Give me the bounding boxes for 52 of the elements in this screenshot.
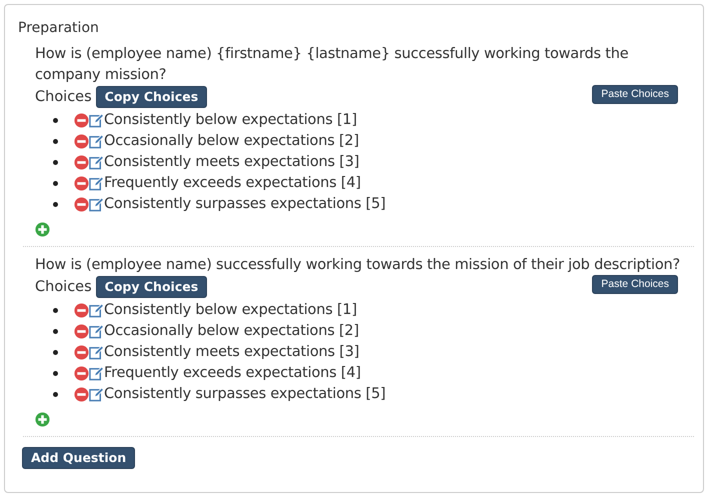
remove-icon[interactable] [74,345,89,360]
edit-icon[interactable] [89,155,104,170]
remove-icon[interactable] [74,324,89,339]
add-icon[interactable] [35,222,50,237]
edit-icon[interactable] [89,345,104,360]
choice-text: Frequently exceeds expectations [4] [104,174,361,193]
edit-icon[interactable] [89,197,104,212]
bullet-icon [53,139,58,144]
edit-icon[interactable] [89,303,104,318]
choices-label: Choices [35,278,92,296]
choice-text: Consistently below expectations [1] [104,111,357,130]
edit-icon[interactable] [89,134,104,149]
remove-icon[interactable] [74,197,89,212]
choice-text: Occasionally below expectations [2] [104,132,359,151]
question-text: How is (employee name) {firstname} {lastname} successfully working towards the company mission? [35,45,630,85]
edit-icon[interactable] [89,366,104,381]
bullet-icon [53,392,58,397]
panel-title: Preparation [18,19,100,37]
choice-text: Frequently exceeds expectations [4] [104,364,361,383]
choices-label: Choices [35,88,92,106]
copy-choices-button[interactable]: Copy Choices [96,86,208,108]
choice-text: Consistently meets expectations [3] [104,343,360,362]
edit-icon[interactable] [89,324,104,339]
edit-icon[interactable] [89,176,104,191]
edit-icon[interactable] [89,113,104,128]
add-question-button[interactable]: Add Question [22,447,136,469]
choice-text: Consistently surpasses expectations [5] [104,385,386,404]
bullet-icon [53,202,58,207]
paste-choices-button[interactable]: Paste Choices [592,84,678,104]
bullet-icon [53,350,58,355]
bullet-icon [53,308,58,313]
copy-choices-button[interactable]: Copy Choices [96,276,208,298]
remove-icon[interactable] [74,366,89,381]
bullet-icon [53,181,58,186]
edit-icon[interactable] [89,387,104,402]
choice-text: Consistently surpasses expectations [5] [104,195,386,214]
bullet-icon [53,118,58,123]
remove-icon[interactable] [74,155,89,170]
add-icon[interactable] [35,412,50,427]
remove-icon[interactable] [74,113,89,128]
remove-icon[interactable] [74,303,89,318]
remove-icon[interactable] [74,134,89,149]
bullet-icon [53,371,58,376]
bullet-icon [53,160,58,165]
choice-text: Consistently below expectations [1] [104,301,357,320]
question-text: How is (employee name) successfully working towards the mission of their job description? [35,256,681,275]
choice-text: Consistently meets expectations [3] [104,153,360,172]
paste-choices-button[interactable]: Paste Choices [592,274,678,294]
bullet-icon [53,329,58,334]
remove-icon[interactable] [74,387,89,402]
choice-text: Occasionally below expectations [2] [104,322,359,341]
remove-icon[interactable] [74,176,89,191]
